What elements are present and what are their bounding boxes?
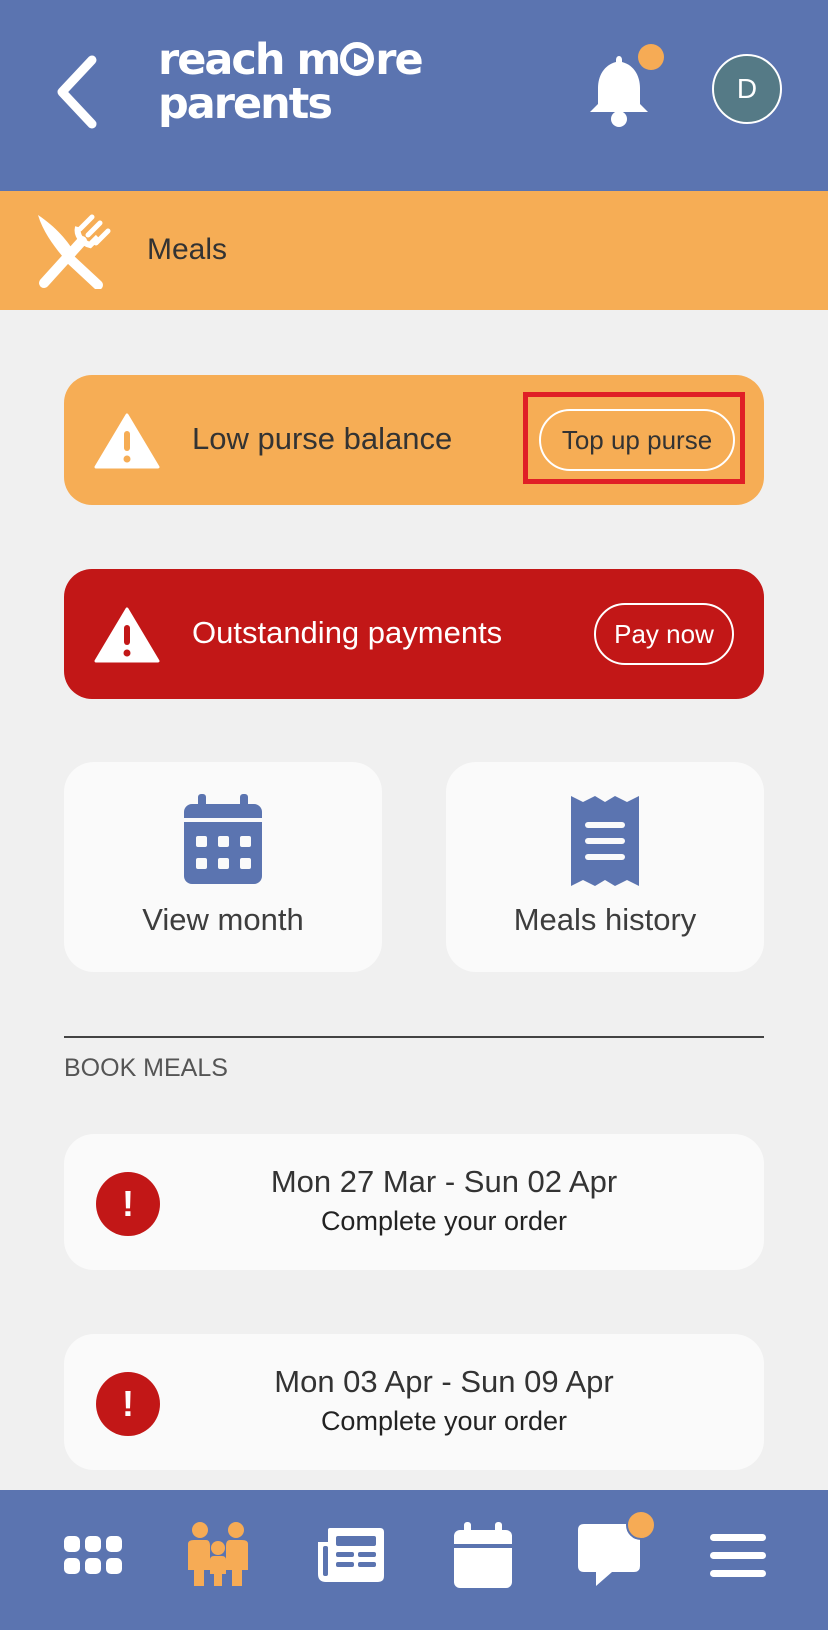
page-title: Meals [147, 233, 228, 266]
week-range: Mon 03 Apr - Sun 09 Apr [274, 1364, 614, 1399]
week-card[interactable]: ! Mon 03 Apr - Sun 09 Apr Complete your … [64, 1334, 764, 1470]
logo-text-line1b: re [375, 35, 423, 85]
highlight-box [523, 392, 745, 484]
calendar-icon[interactable] [448, 1520, 518, 1590]
pay-now-button[interactable]: Pay now [594, 603, 734, 665]
bottom-nav [0, 1490, 828, 1630]
apps-grid-icon[interactable] [58, 1520, 128, 1590]
week-status: Complete your order [320, 1406, 568, 1436]
view-month-tile[interactable]: View month [64, 762, 382, 972]
reach-more-parents-logo[interactable]: reach m re parents [158, 35, 424, 129]
section-bar: Meals [0, 191, 828, 310]
warning-icon [94, 413, 160, 469]
week-range: Mon 27 Mar - Sun 02 Apr [270, 1164, 618, 1199]
divider [64, 1036, 764, 1038]
notification-dot [638, 44, 664, 70]
app-header: reach m re parents D [0, 0, 828, 191]
cutlery-icon [38, 214, 111, 289]
low-balance-message: Low purse balance [192, 421, 453, 456]
chat-notification-dot [626, 1510, 656, 1540]
view-month-label: View month [142, 902, 304, 937]
week-status: Complete your order [320, 1206, 568, 1236]
outstanding-payments-alert: Outstanding payments Pay now [64, 569, 764, 699]
avatar[interactable]: D [712, 54, 782, 124]
logo-text-line2: parents [158, 79, 333, 129]
news-icon[interactable] [316, 1520, 386, 1590]
book-meals-heading: BOOK MEALS [64, 1054, 228, 1082]
logo-text-line1a: reach m [158, 35, 341, 85]
menu-icon[interactable] [706, 1520, 776, 1590]
week-card[interactable]: ! Mon 27 Mar - Sun 02 Apr Complete your … [64, 1134, 764, 1270]
back-chevron-icon[interactable] [48, 52, 108, 132]
outstanding-payments-message: Outstanding payments [192, 615, 503, 650]
meals-history-tile[interactable]: Meals history [446, 762, 764, 972]
calendar-icon [184, 794, 262, 884]
meals-history-label: Meals history [513, 902, 697, 937]
warning-icon [94, 607, 160, 663]
family-icon[interactable] [184, 1520, 254, 1590]
logo-play-icon [340, 42, 375, 76]
receipt-icon [571, 796, 639, 886]
